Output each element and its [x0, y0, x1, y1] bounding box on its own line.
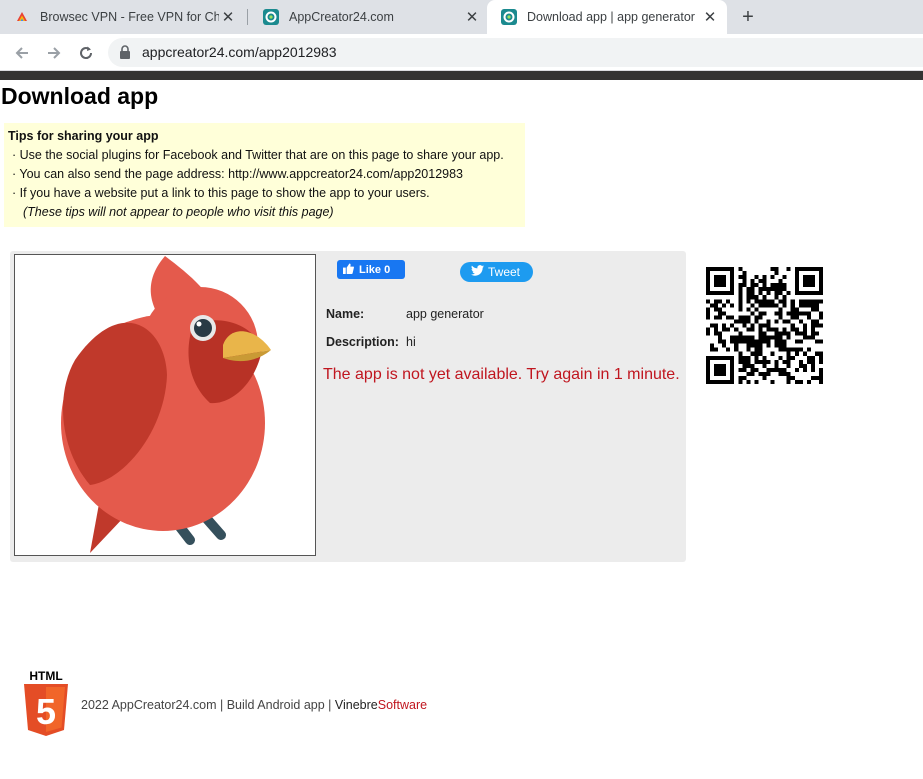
- url-text: appcreator24.com/app2012983: [142, 44, 337, 60]
- app-image: [14, 254, 316, 556]
- html5-badge-text: HTML: [29, 669, 62, 683]
- availability-notice: The app is not yet available. Try again …: [323, 366, 680, 383]
- appcreator-icon: [263, 9, 279, 25]
- tab-appcreator[interactable]: AppCreator24.com ✕: [249, 0, 489, 34]
- software-link[interactable]: Software: [378, 698, 427, 712]
- like-label: Like 0: [359, 263, 391, 276]
- back-arrow-icon[interactable]: [8, 39, 36, 67]
- twitter-bird-icon: [471, 265, 484, 279]
- address-bar[interactable]: appcreator24.com/app2012983: [108, 38, 923, 67]
- footer-copyright: 2022 AppCreator24.com | Build Android ap…: [81, 698, 335, 712]
- forward-arrow-icon[interactable]: [40, 39, 68, 67]
- thumbs-up-icon: [343, 262, 354, 277]
- page-title: Download app: [1, 83, 159, 109]
- html5-badge-number: 5: [36, 691, 56, 732]
- browser-tab-strip: Browsec VPN - Free VPN for Chro ✕ AppCre…: [0, 0, 923, 34]
- lock-icon[interactable]: [119, 45, 131, 64]
- app-panel: Like 0 Tweet Name: app generator Descrip…: [10, 251, 686, 562]
- tab-title: Browsec VPN - Free VPN for Chro: [40, 10, 219, 24]
- browser-toolbar: appcreator24.com/app2012983: [0, 34, 923, 71]
- header-bar: [0, 71, 923, 80]
- qr-code: [706, 267, 823, 384]
- vinebre-link[interactable]: Vinebre: [335, 698, 378, 712]
- facebook-like-button[interactable]: Like 0: [337, 260, 405, 279]
- tips-heading: Tips for sharing your app: [8, 129, 159, 143]
- tweet-label: Tweet: [488, 265, 521, 279]
- tab-download-app[interactable]: Download app | app generator ✕: [487, 0, 727, 34]
- name-value: app generator: [406, 307, 484, 321]
- name-label: Name:: [326, 307, 365, 321]
- close-icon[interactable]: ✕: [463, 8, 481, 26]
- close-icon[interactable]: ✕: [701, 8, 719, 26]
- tab-divider: [247, 9, 248, 25]
- cardinal-bird-icon: [61, 256, 271, 553]
- tips-note: (These tips will not appear to people wh…: [23, 205, 334, 219]
- description-value: hi: [406, 335, 416, 349]
- tab-title: Download app | app generator: [527, 10, 695, 24]
- html5-logo: HTML 5: [22, 668, 70, 738]
- tips-box: Tips for sharing your app · Use the soci…: [4, 123, 525, 227]
- tab-browsec[interactable]: Browsec VPN - Free VPN for Chro ✕: [0, 0, 245, 34]
- browsec-icon: [14, 9, 30, 25]
- appcreator-icon: [501, 9, 517, 25]
- footer-text: 2022 AppCreator24.com | Build Android ap…: [81, 698, 427, 712]
- new-tab-plus-icon[interactable]: +: [736, 5, 760, 29]
- close-icon[interactable]: ✕: [219, 8, 237, 26]
- tab-title: AppCreator24.com: [289, 10, 394, 24]
- reload-icon[interactable]: [72, 39, 100, 67]
- tip-item: · If you have a website put a link to th…: [12, 186, 430, 200]
- tweet-button[interactable]: Tweet: [460, 262, 533, 282]
- tip-item: · Use the social plugins for Facebook an…: [12, 148, 504, 162]
- description-label: Description:: [326, 335, 399, 349]
- tip-item: · You can also send the page address: ht…: [12, 167, 464, 181]
